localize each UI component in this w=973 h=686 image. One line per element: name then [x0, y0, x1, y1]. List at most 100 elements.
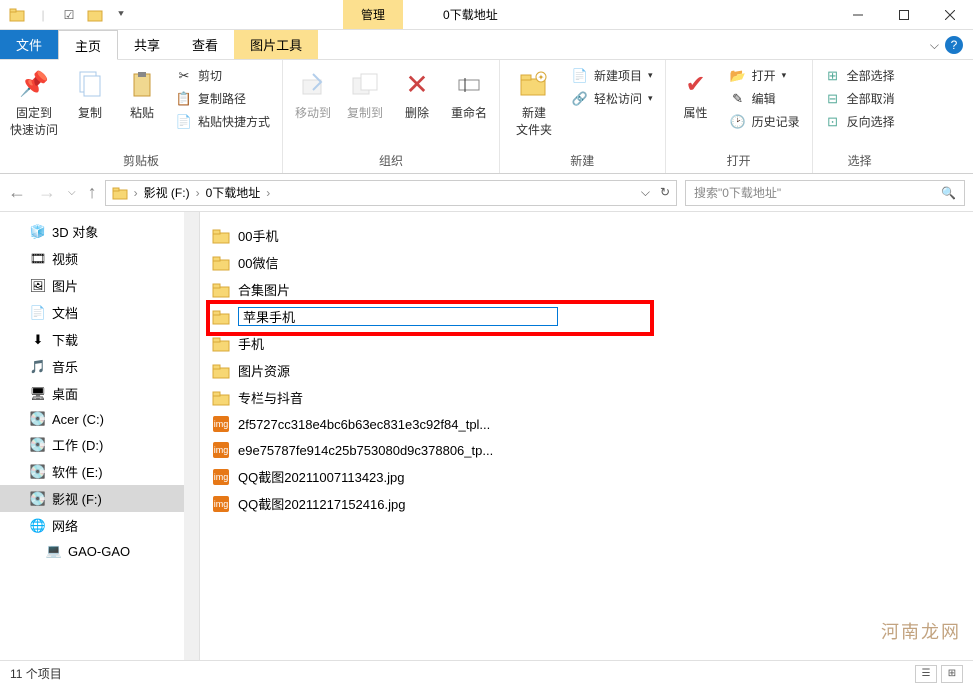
tree-item[interactable]: 🎞视频	[0, 245, 199, 272]
folder-icon	[6, 4, 28, 26]
file-row[interactable]	[200, 303, 973, 330]
organize-label: 组织	[283, 150, 499, 173]
properties-button[interactable]: ✔ 属性	[672, 64, 720, 125]
paste-button[interactable]: 粘贴	[118, 64, 166, 125]
tree-label: Acer (C:)	[52, 412, 104, 427]
checkbox-icon[interactable]: ☑	[58, 4, 80, 26]
copy-to-button[interactable]: 复制到	[341, 64, 389, 125]
tree-item[interactable]: 🧊3D 对象	[0, 218, 199, 245]
delete-button[interactable]: ✕ 删除	[393, 64, 441, 125]
file-row[interactable]: 手机	[200, 330, 973, 357]
tree-item[interactable]: 💽软件 (E:)	[0, 458, 199, 485]
open-button[interactable]: 📂打开▾	[726, 66, 804, 85]
tree-item[interactable]: 📄文档	[0, 299, 199, 326]
close-button[interactable]	[927, 0, 973, 30]
tree-item[interactable]: 💽工作 (D:)	[0, 431, 199, 458]
tab-file[interactable]: 文件	[0, 30, 58, 59]
up-button[interactable]: ↑	[88, 182, 97, 203]
tree-label: 视频	[52, 249, 78, 268]
edit-button[interactable]: ✎编辑	[726, 89, 804, 108]
cut-button[interactable]: ✂剪切	[172, 66, 274, 85]
folder-icon	[212, 308, 230, 326]
minimize-button[interactable]	[835, 0, 881, 30]
tab-share[interactable]: 共享	[118, 30, 176, 59]
tree-item[interactable]: 💻GAO-GAO	[0, 539, 199, 563]
invert-selection-button[interactable]: ⊡反向选择	[821, 112, 899, 131]
pin-button[interactable]: 📌 固定到 快速访问	[6, 64, 62, 142]
tree-item[interactable]: 🖼图片	[0, 272, 199, 299]
rename-button[interactable]: 重命名	[445, 64, 493, 125]
image-icon: img	[212, 468, 230, 486]
breadcrumb-drive[interactable]: 影视 (F:)	[144, 184, 190, 201]
file-name: 00手机	[238, 226, 278, 245]
file-row[interactable]: 00微信	[200, 249, 973, 276]
breadcrumb-folder[interactable]: 0下载地址	[206, 184, 261, 201]
view-icons-button[interactable]: ⊞	[941, 665, 963, 683]
folder-icon	[212, 227, 230, 245]
tab-view[interactable]: 查看	[176, 30, 234, 59]
tree-label: GAO-GAO	[68, 544, 130, 559]
new-item-button[interactable]: 📄新建项目▾	[568, 66, 657, 85]
tree-item[interactable]: ⬇下载	[0, 326, 199, 353]
file-row[interactable]: imgQQ截图20211217152416.jpg	[200, 490, 973, 517]
address-bar[interactable]: › 影视 (F:) › 0下载地址 › ⌵ ↻	[105, 180, 677, 206]
paste-shortcut-button[interactable]: 📄粘贴快捷方式	[172, 112, 274, 131]
ribbon-help: ⌵ ?	[930, 36, 963, 54]
context-tab-manage[interactable]: 管理	[343, 0, 403, 29]
folder-icon	[212, 362, 230, 380]
chevron-right-icon[interactable]: ›	[196, 186, 200, 200]
file-row[interactable]: 专栏与抖音	[200, 384, 973, 411]
history-button[interactable]: 🕑历史记录	[726, 112, 804, 131]
address-dropdown[interactable]: ⌵	[641, 185, 650, 200]
delete-icon: ✕	[401, 68, 433, 100]
file-list[interactable]: 00手机 00微信合集图片手机图片资源专栏与抖音 img2f5727cc318e4b…	[200, 212, 973, 660]
new-folder-button[interactable]: ✦ 新建 文件夹	[506, 64, 562, 142]
select-all-icon: ⊞	[825, 68, 841, 84]
tree-item[interactable]: 💽Acer (C:)	[0, 407, 199, 431]
move-to-button[interactable]: 移动到	[289, 64, 337, 125]
search-box[interactable]: 搜索"0下载地址" 🔍	[685, 180, 965, 206]
file-row[interactable]: 图片资源	[200, 357, 973, 384]
group-new: ✦ 新建 文件夹 📄新建项目▾ 🔗轻松访问▾ 新建	[500, 60, 666, 173]
tab-home[interactable]: 主页	[58, 30, 118, 60]
folder-icon	[212, 335, 230, 353]
back-button[interactable]: ←	[8, 182, 26, 203]
folder-icon	[212, 281, 230, 299]
tree-item[interactable]: 🎵音乐	[0, 353, 199, 380]
file-row[interactable]: imgQQ截图20211007113423.jpg	[200, 463, 973, 490]
select-all-button[interactable]: ⊞全部选择	[821, 66, 899, 85]
tab-picture-tools[interactable]: 图片工具	[234, 30, 318, 59]
tree-item[interactable]: 🌐网络	[0, 512, 199, 539]
tree-icon: 📄	[30, 305, 46, 321]
forward-button[interactable]: →	[38, 182, 56, 203]
nav-tree[interactable]: 🧊3D 对象🎞视频🖼图片📄文档⬇下载🎵音乐🖥桌面💽Acer (C:)💽工作 (D…	[0, 212, 200, 660]
chevron-right-icon[interactable]: ›	[134, 186, 138, 200]
tree-label: 软件 (E:)	[52, 462, 103, 481]
file-row[interactable]: img2f5727cc318e4bc6b63ec831e3c92f84_tpl.…	[200, 411, 973, 437]
ribbon-collapse[interactable]: ⌵	[930, 38, 939, 53]
tree-item[interactable]: 🖥桌面	[0, 380, 199, 407]
ribbon: 📌 固定到 快速访问 复制 粘贴 ✂剪切 📋复制路径 📄粘贴快捷方式 剪贴板	[0, 60, 973, 174]
chevron-right-icon[interactable]: ›	[266, 186, 270, 200]
easy-access-icon: 🔗	[572, 91, 588, 107]
new-folder-label: 新建 文件夹	[516, 104, 552, 138]
file-name: e9e75787fe914c25b753080d9c378806_tp...	[238, 443, 493, 458]
maximize-button[interactable]	[881, 0, 927, 30]
file-row[interactable]: 合集图片	[200, 276, 973, 303]
copy-path-button[interactable]: 📋复制路径	[172, 89, 274, 108]
easy-access-button[interactable]: 🔗轻松访问▾	[568, 89, 657, 108]
tree-item[interactable]: 💽影视 (F:)	[0, 485, 199, 512]
view-details-button[interactable]: ☰	[915, 665, 937, 683]
qat-dropdown[interactable]: ⯆	[110, 4, 132, 26]
file-name: 专栏与抖音	[238, 388, 303, 407]
file-row[interactable]: 00手机	[200, 222, 973, 249]
file-row[interactable]: imge9e75787fe914c25b753080d9c378806_tp..…	[200, 437, 973, 463]
help-icon[interactable]: ?	[945, 36, 963, 54]
paste-label: 粘贴	[130, 104, 154, 121]
copy-button[interactable]: 复制	[66, 64, 114, 125]
refresh-button[interactable]: ↻	[660, 185, 670, 200]
rename-input[interactable]	[238, 307, 558, 326]
select-none-button[interactable]: ⊟全部取消	[821, 89, 899, 108]
recent-dropdown[interactable]: ⌵	[68, 187, 76, 198]
copyto-icon	[349, 68, 381, 100]
